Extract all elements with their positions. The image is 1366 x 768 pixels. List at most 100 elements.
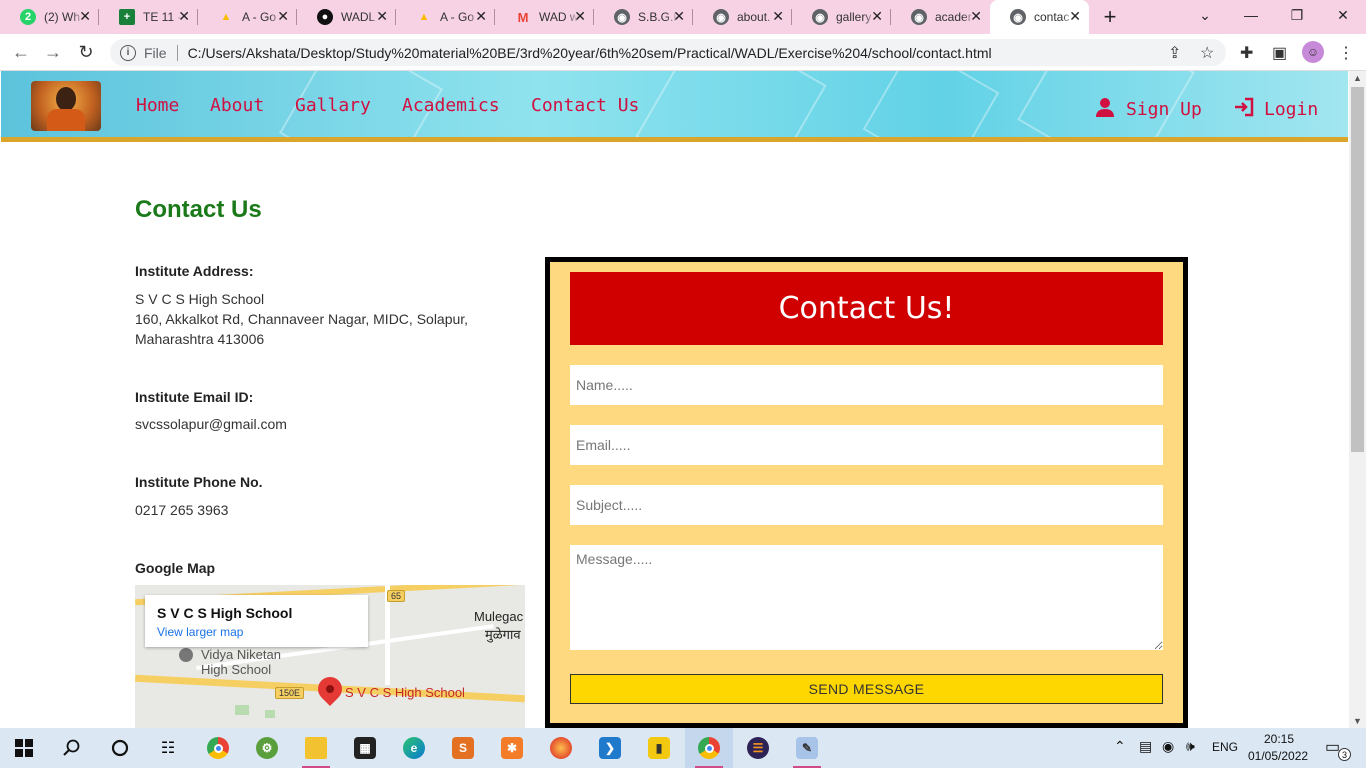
notification-count: 3 (1338, 748, 1351, 761)
browser-tab[interactable]: 2 (2) Wh ✕ (0, 0, 99, 34)
school-marker-icon (179, 648, 193, 662)
email-input[interactable] (570, 425, 1163, 465)
wifi-icon[interactable]: ◉ (1162, 738, 1174, 755)
whatsapp-icon: 2 (20, 9, 36, 25)
browser-tab[interactable]: M WAD w ✕ (495, 0, 594, 34)
browser-tab[interactable]: ◉ acader ✕ (891, 0, 990, 34)
bookmark-star-icon[interactable]: ☆ (1200, 43, 1214, 63)
tab-title: (2) Wh (44, 10, 80, 24)
new-tab-button[interactable]: + (1095, 2, 1125, 32)
edge-icon[interactable]: e (390, 728, 438, 768)
page-scrollbar[interactable]: ▲ ▼ (1349, 71, 1366, 728)
scroll-up-icon[interactable]: ▲ (1353, 73, 1362, 83)
share-icon[interactable]: ⇪ (1168, 43, 1181, 63)
nav-link-home[interactable]: Home (136, 95, 179, 116)
close-tab-icon[interactable]: ✕ (673, 9, 685, 23)
name-input[interactable] (570, 365, 1163, 405)
profile-avatar[interactable]: ☺ (1302, 41, 1324, 63)
scroll-down-icon[interactable]: ▼ (1353, 716, 1362, 726)
reload-icon[interactable]: ↻ (74, 40, 98, 64)
file-explorer-icon[interactable] (292, 728, 340, 768)
google-map-embed[interactable]: 65 150E Mulegac मुळेगाव Vidya Niketan Hi… (135, 585, 525, 728)
tab-title: WAD w (539, 10, 579, 24)
contact-form: Contact Us! SEND MESSAGE (545, 257, 1188, 728)
signup-link[interactable]: Sign Up (1126, 99, 1202, 120)
close-tab-icon[interactable]: ✕ (772, 9, 784, 23)
map-place-name: S V C S High School (157, 605, 293, 621)
browser-tab[interactable]: + TE 11 - ✕ (99, 0, 198, 34)
xampp-icon[interactable]: ✱ (488, 728, 536, 768)
clock-time[interactable]: 20:15 (1264, 732, 1294, 746)
sublime-icon[interactable]: S (439, 728, 487, 768)
app-icon[interactable]: ⚙ (243, 728, 291, 768)
clock-date[interactable]: 01/05/2022 (1248, 749, 1308, 763)
browser-toolbar: ← → ↻ i File C:/Users/Akshata/Desktop/St… (0, 34, 1366, 71)
browser-tab[interactable]: ◉ about. ✕ (693, 0, 792, 34)
view-larger-map-link[interactable]: View larger map (157, 625, 356, 639)
map-place-label: मुळेगाव (485, 627, 521, 642)
volume-icon[interactable]: 🕪 (1186, 738, 1195, 755)
vscode-icon[interactable]: ❯ (586, 728, 634, 768)
scrollbar-thumb[interactable] (1351, 87, 1364, 452)
drive-icon: ▲ (220, 11, 232, 23)
globe-icon: ◉ (911, 9, 927, 25)
eclipse-icon[interactable]: ☰ (734, 728, 782, 768)
powerbi-icon[interactable]: ▮ (635, 728, 683, 768)
tray-chevron-icon[interactable]: ⌃ (1114, 738, 1126, 755)
chrome-profile-icon[interactable] (685, 728, 733, 768)
network-icon[interactable]: ▤ (1139, 738, 1152, 755)
task-view-icon[interactable]: ☷ (144, 728, 192, 768)
send-message-button[interactable]: SEND MESSAGE (570, 674, 1163, 704)
url-text[interactable]: C:/Users/Akshata/Desktop/Study%20materia… (188, 45, 992, 61)
close-tab-icon[interactable]: ✕ (574, 9, 586, 23)
maximize-button[interactable]: ❐ (1274, 0, 1320, 30)
store-icon[interactable]: ▦ (341, 728, 389, 768)
browser-tab-active[interactable]: ◉ contac ✕ (990, 0, 1089, 34)
email-label: Institute Email ID: (135, 389, 254, 405)
tab-search-icon[interactable]: ⌄ (1182, 0, 1228, 30)
browser-tab[interactable]: ◉ gallery ✕ (792, 0, 891, 34)
globe-icon: ◉ (812, 9, 828, 25)
firefox-icon[interactable] (537, 728, 585, 768)
close-tab-icon[interactable]: ✕ (1069, 9, 1081, 23)
cortana-icon[interactable] (96, 728, 144, 768)
tab-title: acader (935, 10, 972, 24)
browser-tab[interactable]: ▲ A - Go ✕ (396, 0, 495, 34)
search-icon[interactable] (48, 728, 96, 768)
close-tab-icon[interactable]: ✕ (970, 9, 982, 23)
nav-link-gallery[interactable]: Gallary (295, 95, 371, 116)
message-textarea[interactable] (570, 545, 1163, 650)
close-tab-icon[interactable]: ✕ (376, 9, 388, 23)
close-tab-icon[interactable]: ✕ (475, 9, 487, 23)
school-logo[interactable] (31, 81, 101, 131)
minimize-button[interactable]: — (1228, 0, 1274, 30)
side-panel-icon[interactable]: ▣ (1272, 43, 1287, 63)
page-title: Contact Us (135, 196, 262, 223)
address-bar[interactable]: i File C:/Users/Akshata/Desktop/Study%20… (110, 39, 1226, 66)
close-tab-icon[interactable]: ✕ (871, 9, 883, 23)
browser-tab[interactable]: ▲ A - Go ✕ (198, 0, 297, 34)
login-link[interactable]: Login (1264, 99, 1318, 120)
extensions-icon[interactable]: ✚ (1240, 43, 1253, 63)
nav-link-academics[interactable]: Academics (402, 95, 500, 116)
forward-arrow-icon[interactable]: → (41, 40, 65, 64)
close-tab-icon[interactable]: ✕ (277, 9, 289, 23)
close-window-button[interactable]: ✕ (1320, 0, 1366, 30)
close-tab-icon[interactable]: ✕ (79, 9, 91, 23)
close-tab-icon[interactable]: ✕ (178, 9, 190, 23)
browser-tab[interactable]: ◉ S.B.G.P ✕ (594, 0, 693, 34)
menu-kebab-icon[interactable]: ⋮ (1338, 43, 1354, 63)
back-arrow-icon[interactable]: ← (9, 40, 33, 64)
map-pin-icon[interactable] (313, 672, 347, 706)
site-navbar: Home About Gallary Academics Contact Us … (1, 71, 1348, 142)
paint-icon[interactable]: ✎ (783, 728, 831, 768)
nav-link-about[interactable]: About (210, 95, 264, 116)
language-indicator[interactable]: ENG (1212, 740, 1238, 754)
nav-link-contact[interactable]: Contact Us (531, 95, 639, 116)
chrome-icon[interactable] (194, 728, 242, 768)
browser-tab[interactable]: ● WADL ✕ (297, 0, 396, 34)
windows-start-icon[interactable] (0, 728, 48, 768)
address-label: Institute Address: (135, 263, 254, 279)
info-icon[interactable]: i (120, 44, 136, 61)
subject-input[interactable] (570, 485, 1163, 525)
